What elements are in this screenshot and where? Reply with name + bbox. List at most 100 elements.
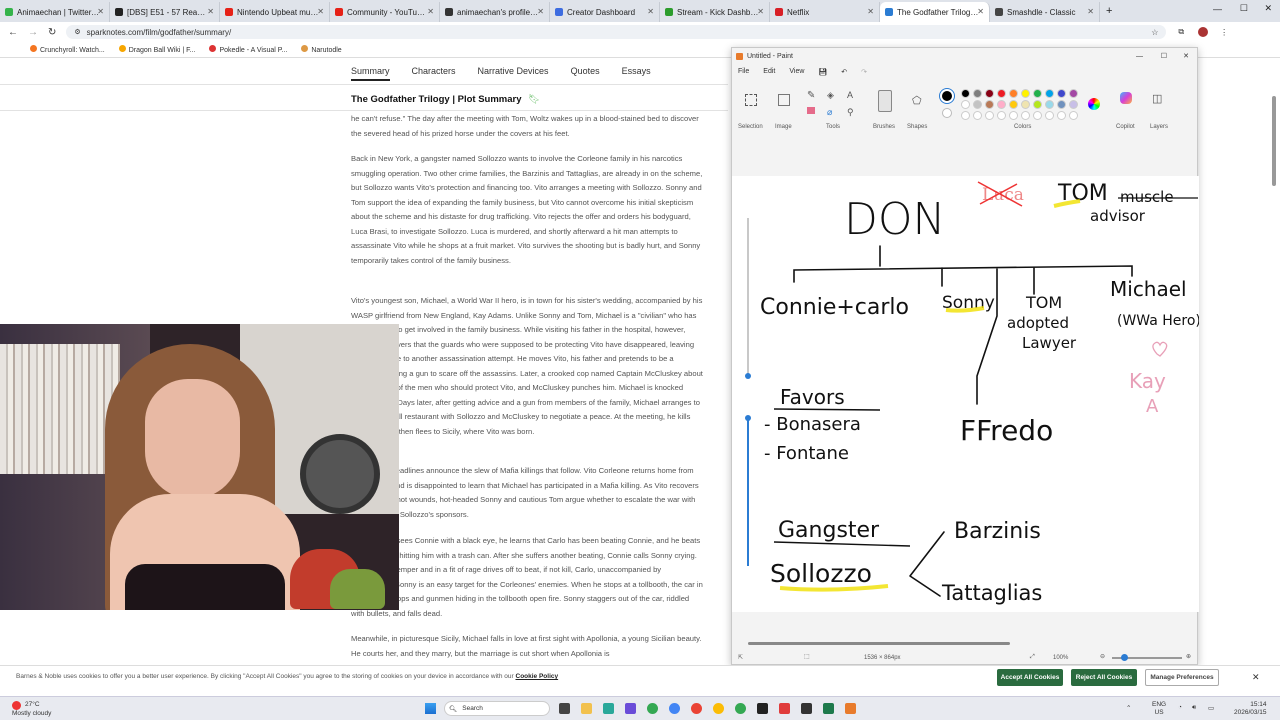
palette-swatch[interactable] <box>1021 89 1030 98</box>
palette-swatch[interactable] <box>1045 100 1054 109</box>
cookie-policy-link[interactable]: Cookie Policy <box>516 673 559 680</box>
close-window-icon[interactable]: ✕ <box>1264 3 1272 14</box>
brushes-icon[interactable] <box>878 90 892 112</box>
palette-empty-swatch[interactable] <box>1045 111 1054 120</box>
bookmark-item[interactable]: Pokedle - A Visual P... <box>209 45 287 54</box>
palette-swatch[interactable] <box>973 100 982 109</box>
palette-swatch[interactable] <box>985 100 994 109</box>
language-indicator[interactable]: ENG US <box>1152 701 1166 717</box>
app-icon[interactable] <box>625 703 636 714</box>
opacity-thumb[interactable] <box>745 415 751 421</box>
palette-swatch[interactable] <box>961 100 970 109</box>
paint-minimize-icon[interactable]: — <box>1136 53 1143 60</box>
text-tool-icon[interactable]: A <box>847 90 853 100</box>
reject-cookies-button[interactable]: Reject All Cookies <box>1071 669 1137 686</box>
palette-swatch[interactable] <box>1033 100 1042 109</box>
edit-colors-icon[interactable] <box>1088 98 1100 110</box>
extensions-icon[interactable]: ⧉ <box>1178 27 1184 37</box>
chrome-icon[interactable] <box>735 703 746 714</box>
palette-swatch[interactable] <box>997 100 1006 109</box>
magnifier-icon[interactable]: ⚲ <box>847 107 854 118</box>
paint-close-icon[interactable]: ✕ <box>1183 52 1189 60</box>
browser-tab[interactable]: Creator Dashboard ✕ <box>550 2 660 22</box>
zoom-select[interactable]: 100% <box>1053 655 1068 661</box>
zoom-slider-thumb[interactable] <box>1121 654 1128 661</box>
weather-icon[interactable] <box>12 701 21 710</box>
browser-tab[interactable]: animaechan's profile · AniList✕ <box>440 2 550 22</box>
paint-hscroll[interactable] <box>748 642 1010 645</box>
secondary-color-swatch[interactable] <box>942 108 952 118</box>
site-info-icon[interactable]: ⚙ <box>74 28 80 36</box>
tray-chevron-icon[interactable]: ⌃ <box>1126 704 1131 712</box>
palette-swatch[interactable] <box>973 89 982 98</box>
clock[interactable]: 15:14 2026/03/15 <box>1234 701 1267 717</box>
shapes-icon[interactable]: ⬠ <box>912 94 922 107</box>
brush-size-thumb[interactable] <box>745 373 751 379</box>
palette-empty-swatch[interactable] <box>1009 111 1018 120</box>
profile-avatar-icon[interactable] <box>1198 27 1209 37</box>
menu-view[interactable]: View <box>789 68 804 76</box>
palette-swatch[interactable] <box>1057 100 1066 109</box>
undo-icon[interactable]: ↶ <box>841 68 847 76</box>
layers-icon[interactable]: ◫ <box>1152 92 1162 105</box>
app-icon[interactable] <box>757 703 768 714</box>
palette-empty-swatch[interactable] <box>997 111 1006 120</box>
browser-tab[interactable]: [DBS] E51 - 57 Reaction & Thoughts✕ <box>110 2 220 22</box>
palette-swatch[interactable] <box>1033 89 1042 98</box>
palette-swatch[interactable] <box>1057 89 1066 98</box>
palette-swatch[interactable] <box>1069 89 1078 98</box>
menu-dots-icon[interactable]: ⋮ <box>1220 28 1228 37</box>
close-tab-icon[interactable]: ✕ <box>427 7 434 16</box>
start-icon[interactable] <box>425 703 436 714</box>
app-icon[interactable] <box>603 703 614 714</box>
obs-icon[interactable] <box>801 703 812 714</box>
palette-empty-swatch[interactable] <box>1033 111 1042 120</box>
close-tab-icon[interactable]: ✕ <box>757 7 764 16</box>
minimize-window-icon[interactable]: — <box>1213 4 1222 14</box>
palette-empty-swatch[interactable] <box>1057 111 1066 120</box>
close-tab-icon[interactable]: ✕ <box>537 7 544 16</box>
close-tab-icon[interactable]: ✕ <box>97 7 104 16</box>
bookmark-item[interactable]: Dragon Ball Wiki | F... <box>118 45 195 54</box>
nav-narrative-devices[interactable]: Narrative Devices <box>478 66 549 81</box>
chrome-icon[interactable] <box>669 703 680 714</box>
browser-tab[interactable]: Smashdle - Classic ✕ <box>990 2 1100 22</box>
chrome-icon[interactable] <box>713 703 724 714</box>
wifi-icon[interactable]: ◔ <box>1178 704 1182 711</box>
close-tab-icon[interactable]: ✕ <box>317 7 324 16</box>
palette-empty-swatch[interactable] <box>973 111 982 120</box>
zoom-in-icon[interactable]: ⊕ <box>1186 653 1191 660</box>
copilot-icon[interactable] <box>1120 92 1132 104</box>
color-picker-icon[interactable]: ⌀ <box>827 107 832 118</box>
bookmark-star-icon[interactable]: ☆ <box>1151 28 1158 37</box>
crop-image-icon[interactable] <box>778 94 790 106</box>
bookmark-item[interactable]: Crunchyroll: Watch... <box>30 45 105 54</box>
nav-summary[interactable]: Summary <box>351 66 390 81</box>
back-icon[interactable]: ← <box>8 27 18 38</box>
reload-icon[interactable]: ↻ <box>48 27 56 38</box>
url-field[interactable]: ⚙ sparknotes.com/film/godfather/summary/… <box>66 25 1167 39</box>
file-explorer-icon[interactable] <box>581 703 592 714</box>
chrome-icon[interactable] <box>647 703 658 714</box>
browser-tab[interactable]: Animaechan | Twitter, Instagram✕ <box>0 2 110 22</box>
palette-empty-swatch[interactable] <box>961 111 970 120</box>
close-tab-icon[interactable]: ✕ <box>977 7 984 16</box>
chrome-icon[interactable] <box>691 703 702 714</box>
palette-swatch[interactable] <box>1009 89 1018 98</box>
task-view-icon[interactable] <box>559 703 570 714</box>
menu-edit[interactable]: Edit <box>763 68 775 76</box>
zoom-out-icon[interactable]: ⊖ <box>1100 653 1105 660</box>
nav-characters[interactable]: Characters <box>412 66 456 81</box>
palette-swatch[interactable] <box>985 89 994 98</box>
bookmark-icon[interactable]: 🔖︎ <box>528 94 540 105</box>
palette-swatch[interactable] <box>1069 100 1078 109</box>
palette-swatch[interactable] <box>1045 89 1054 98</box>
browser-tab[interactable]: Nintendo Upbeat music to work to✕ <box>220 2 330 22</box>
close-tab-icon[interactable]: ✕ <box>867 7 874 16</box>
manage-preferences-button[interactable]: Manage Preferences <box>1145 669 1219 686</box>
pencil-tool-icon[interactable]: ✎ <box>807 90 815 101</box>
app-icon[interactable] <box>779 703 790 714</box>
app-icon[interactable] <box>823 703 834 714</box>
paint-taskbar-icon[interactable] <box>845 703 856 714</box>
fill-tool-icon[interactable]: ◈ <box>827 90 834 101</box>
